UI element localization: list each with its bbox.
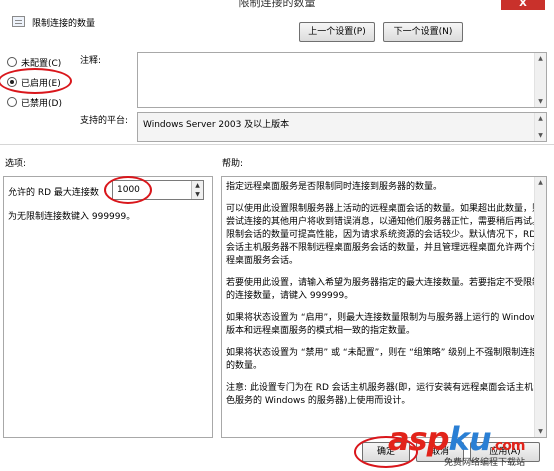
scroll-up-icon[interactable]: ▲ xyxy=(535,53,546,64)
scroll-down-icon[interactable]: ▼ xyxy=(535,96,546,107)
not-configured-label: 未配置(C) xyxy=(21,59,62,69)
max-connections-spinner[interactable]: ▲ ▼ xyxy=(191,181,203,199)
watermark-logo: aspku.com xyxy=(388,420,525,458)
scroll-down-icon[interactable]: ▼ xyxy=(535,130,546,141)
supported-on-value: Windows Server 2003 及以上版本 xyxy=(143,120,290,130)
help-scrollbar[interactable]: ▲ ▼ xyxy=(534,177,546,437)
comment-textarea[interactable]: ▲ ▼ xyxy=(137,52,547,108)
help-paragraph: 若要使用此设置，请输入希望为服务器指定的最大连接数量。若要指定不受限制的连接数量… xyxy=(226,278,542,301)
spin-up-icon[interactable]: ▲ xyxy=(192,181,203,190)
help-pane: 指定远程桌面服务是否限制同时连接到服务器的数量。 可以使用此设置限制服务器上活动… xyxy=(221,176,547,438)
watermark: aspku.com 免费网络编程下载站 xyxy=(388,418,554,471)
disabled-label: 已禁用(D) xyxy=(21,99,62,109)
help-paragraph: 可以使用此设置限制服务器上活动的远程桌面会话的数量。如果超出此数量，则尝试连接的… xyxy=(226,204,542,266)
supported-on-label: 支持的平台: xyxy=(80,116,129,126)
close-button[interactable]: X xyxy=(501,0,545,10)
help-paragraph: 如果将状态设置为 “启用”，则最大连接数量限制为与服务器上运行的 Windows… xyxy=(226,313,543,336)
not-configured-radio[interactable] xyxy=(7,57,17,67)
window-title: 限制连接的数量 xyxy=(238,0,316,9)
help-paragraph: 注意: 此设置专门为在 RD 会话主机服务器(即，运行安装有远程桌面会话主机角色… xyxy=(226,383,543,406)
comment-scrollbar[interactable]: ▲ ▼ xyxy=(534,53,546,107)
supported-scrollbar[interactable]: ▲ ▼ xyxy=(534,113,546,141)
comment-label: 注释: xyxy=(80,56,102,66)
policy-setting-icon xyxy=(12,16,25,27)
options-section-label: 选项: xyxy=(5,159,27,169)
help-paragraph: 指定远程桌面服务是否限制同时连接到服务器的数量。 xyxy=(226,182,443,192)
divider xyxy=(0,144,554,145)
policy-title: 限制连接的数量 xyxy=(32,19,96,29)
spin-down-icon[interactable]: ▼ xyxy=(192,190,203,199)
help-paragraph: 如果将状态设置为 “禁用” 或 “未配置”，则在 “组策略” 级别上不强制限制连… xyxy=(226,348,539,371)
max-connections-label: 允许的 RD 最大连接数 xyxy=(8,188,99,198)
annotation-circle-enabled xyxy=(0,68,72,94)
max-connections-note: 为无限制连接数键入 999999。 xyxy=(8,212,136,222)
previous-setting-button[interactable]: 上一个设置(P) xyxy=(299,22,375,42)
policy-dialog: 限制连接的数量 X 限制连接的数量 上一个设置(P) 下一个设置(N) 未配置(… xyxy=(0,0,554,471)
disabled-radio[interactable] xyxy=(7,97,17,107)
scroll-up-icon[interactable]: ▲ xyxy=(535,113,546,124)
watermark-subtitle: 免费网络编程下载站 xyxy=(444,458,526,468)
next-setting-button[interactable]: 下一个设置(N) xyxy=(383,22,463,42)
annotation-circle-value xyxy=(104,176,152,204)
help-text: 指定远程桌面服务是否限制同时连接到服务器的数量。 可以使用此设置限制服务器上活动… xyxy=(226,181,544,417)
title-bar: 限制连接的数量 X xyxy=(0,0,554,12)
supported-on-box: Windows Server 2003 及以上版本 ▲ ▼ xyxy=(137,112,547,142)
scroll-up-icon[interactable]: ▲ xyxy=(535,177,546,188)
close-icon: X xyxy=(519,0,527,9)
help-section-label: 帮助: xyxy=(222,159,244,169)
